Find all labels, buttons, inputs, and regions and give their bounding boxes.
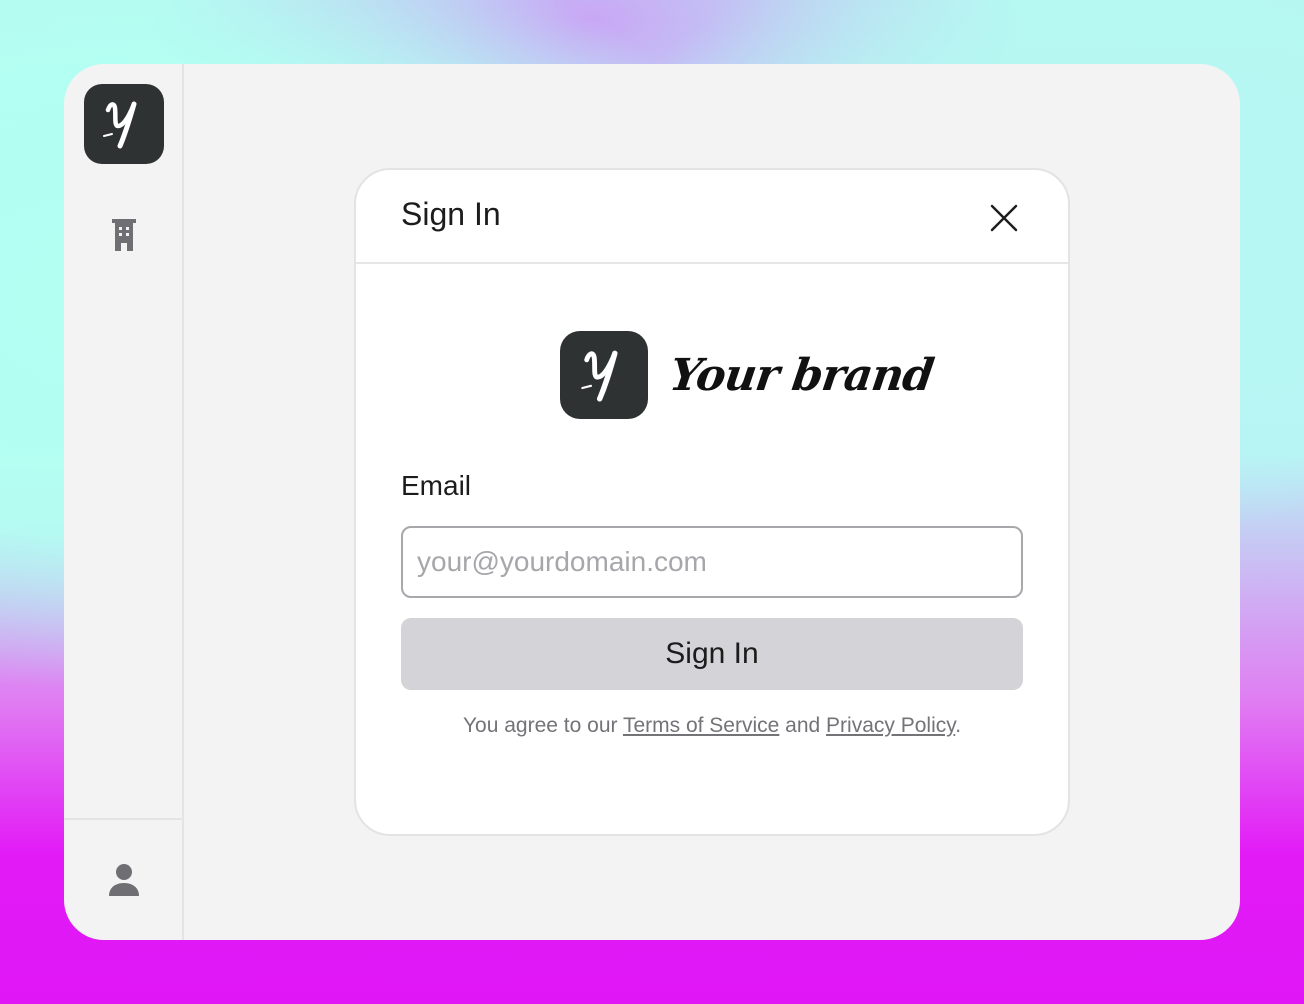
close-button[interactable] (984, 198, 1024, 238)
legal-notice: You agree to our Terms of Service and Pr… (356, 714, 1068, 738)
dialog-header: Sign In (356, 170, 1068, 264)
legal-middle: and (779, 714, 827, 737)
sign-in-dialog: Sign In Your brand Email Sign In You agr… (354, 168, 1070, 836)
close-icon (990, 204, 1018, 232)
brand-mark (560, 331, 648, 419)
brand-name: Your brand (666, 349, 937, 401)
brand-y-icon (581, 350, 618, 402)
user-profile-button[interactable] (94, 850, 154, 910)
email-field[interactable] (401, 526, 1023, 598)
privacy-policy-link[interactable]: Privacy Policy (826, 714, 955, 737)
user-icon (109, 864, 139, 896)
logo-y-mark (103, 101, 137, 149)
legal-suffix: . (955, 714, 962, 737)
dialog-title: Sign In (401, 196, 501, 232)
sidebar-item-building[interactable] (85, 196, 163, 274)
building-icon (112, 219, 136, 251)
sidebar (64, 64, 184, 940)
app-logo[interactable] (84, 84, 164, 164)
sign-in-button[interactable]: Sign In (401, 618, 1023, 690)
email-label: Email (401, 470, 472, 501)
terms-of-service-link[interactable]: Terms of Service (623, 714, 779, 737)
brand-logo: Your brand (560, 330, 937, 420)
legal-prefix: You agree to our (462, 714, 623, 737)
app-window: Sign In Your brand Email Sign In You agr… (64, 64, 1240, 940)
sidebar-divider (64, 818, 182, 820)
